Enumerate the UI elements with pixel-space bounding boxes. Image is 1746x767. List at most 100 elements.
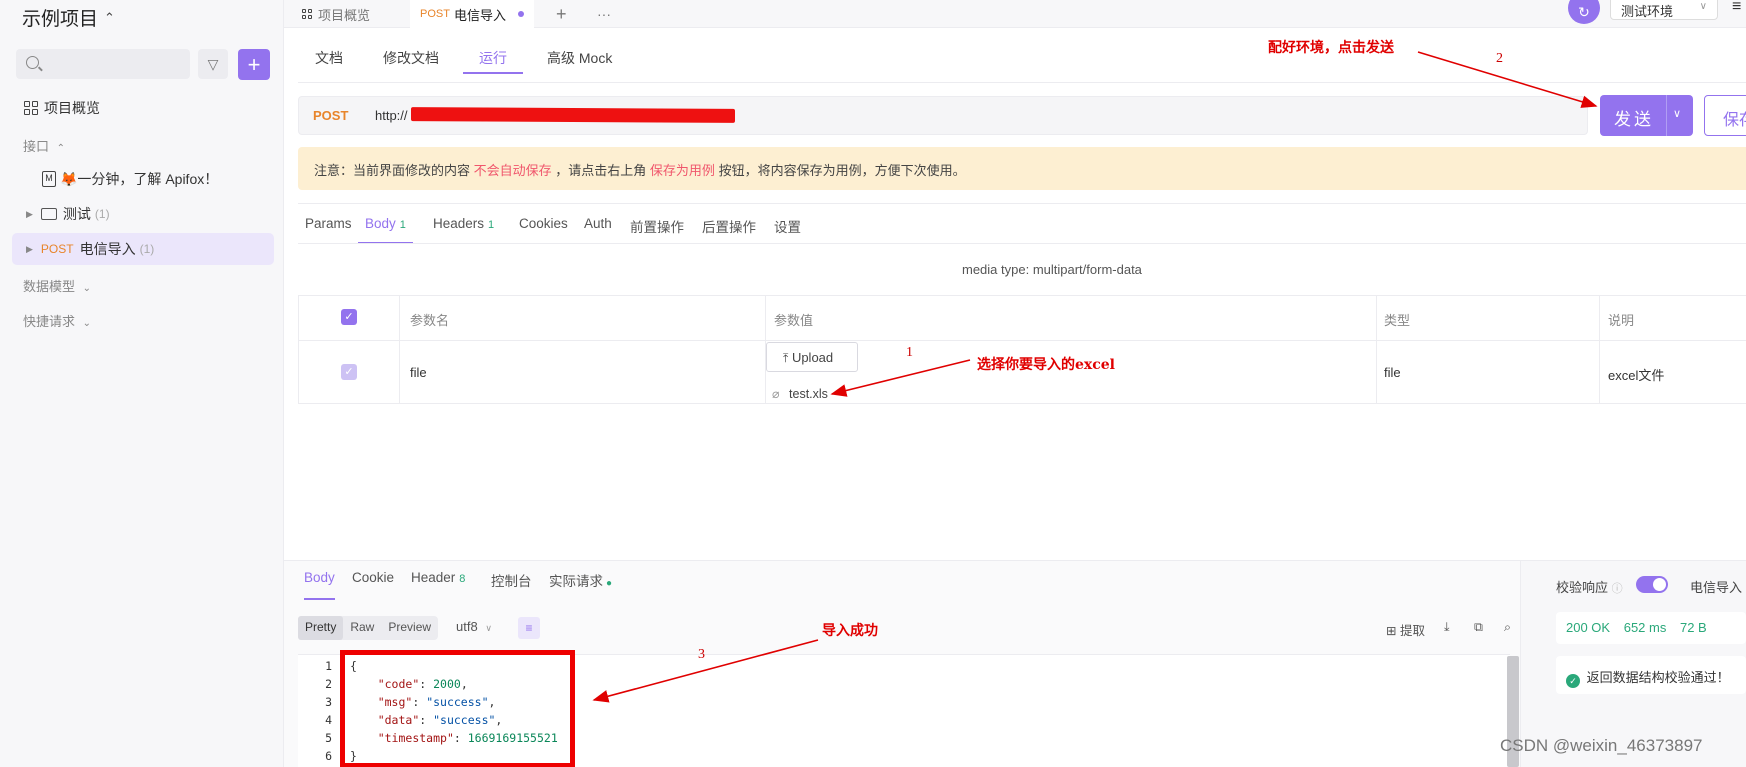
- resp-tab-console[interactable]: 控制台: [491, 570, 532, 600]
- chevron-down-icon[interactable]: ∨: [1673, 107, 1681, 120]
- upload-button[interactable]: ⤒ Upload: [766, 342, 858, 372]
- sidebar-section-label: 接口: [23, 139, 50, 154]
- project-title[interactable]: 示例项目 ⌃: [22, 4, 115, 31]
- grid-icon: [302, 9, 312, 19]
- check-circle-icon: ✓: [1566, 674, 1580, 688]
- line-number: 2: [325, 677, 332, 691]
- validate-response-label: 校验响应 ⓘ: [1556, 577, 1623, 596]
- url-input[interactable]: http://: [375, 108, 408, 123]
- tab-auth[interactable]: Auth: [584, 212, 612, 244]
- annotation-excel-note: 选择你要导入的excel: [977, 357, 1116, 373]
- sidebar-item-test-folder[interactable]: ▶ 测试 (1): [12, 198, 274, 230]
- more-tabs-button[interactable]: ···: [597, 0, 611, 28]
- save-button[interactable]: 保存: [1704, 95, 1746, 136]
- line-number: 5: [325, 731, 332, 745]
- folder-icon: [40, 208, 57, 220]
- tab-advanced-mock[interactable]: 高级 Mock: [547, 38, 612, 74]
- annotation-success-note: 导入成功: [822, 623, 878, 639]
- request-method[interactable]: POST: [313, 108, 348, 123]
- search-input[interactable]: [46, 49, 186, 79]
- project-title-text: 示例项目: [22, 9, 99, 30]
- tab-label: 文档: [315, 50, 343, 66]
- help-icon: ⓘ: [1611, 583, 1623, 595]
- encoding-label: utf8: [456, 619, 478, 634]
- add-button[interactable]: +: [238, 49, 270, 80]
- tab-settings[interactable]: 设置: [774, 212, 801, 244]
- validation-result: ✓ 返回数据结构校验通过！: [1556, 656, 1746, 694]
- sidebar-item-label: 项目概览: [44, 100, 100, 116]
- sidebar-item-label: 测试: [62, 206, 91, 222]
- send-label: 发送: [1614, 110, 1654, 129]
- tab-params[interactable]: Params: [305, 212, 352, 244]
- caret-right-icon: ▶: [26, 243, 33, 254]
- status-code: 200 OK: [1566, 620, 1611, 635]
- sidebar-item-label: 🦊一分钟，了解 Apifox！: [60, 171, 219, 187]
- resp-tab-header[interactable]: Header 8: [411, 570, 465, 600]
- add-tab-button[interactable]: +: [556, 0, 567, 28]
- tab-post-ops[interactable]: 后置操作: [702, 212, 756, 244]
- notice-highlight: 保存为用例: [649, 163, 715, 178]
- tab-body[interactable]: Body 1: [358, 212, 413, 244]
- chevron-down-icon: ⌄: [82, 283, 92, 294]
- format-pretty[interactable]: Pretty: [298, 616, 344, 640]
- param-name[interactable]: file: [410, 365, 427, 380]
- notice-highlight: 不会自动保存: [473, 163, 552, 178]
- format-raw[interactable]: Raw: [343, 616, 381, 640]
- sidebar-item-telecom-import[interactable]: ▶ POST 电信导入 (1): [12, 233, 274, 265]
- sidebar-item-overview[interactable]: 项目概览: [12, 92, 274, 124]
- format-preview[interactable]: Preview: [381, 616, 438, 640]
- encoding-select[interactable]: utf8 ∨: [456, 619, 492, 634]
- tab-pre-ops[interactable]: 前置操作: [630, 212, 684, 244]
- tab-doc[interactable]: 文档: [315, 38, 343, 74]
- tab-run[interactable]: 运行: [463, 38, 523, 74]
- tab-label: 设置: [774, 220, 801, 235]
- extract-button[interactable]: ⊞ 提取: [1386, 620, 1425, 639]
- row-checkbox[interactable]: ✓: [341, 364, 357, 380]
- param-type[interactable]: file: [1384, 365, 1401, 380]
- chevron-down-icon: ∨: [485, 623, 492, 633]
- tab-cookies[interactable]: Cookies: [519, 212, 568, 244]
- search-icon[interactable]: ⌕: [1504, 620, 1511, 635]
- column-header-desc: 说明: [1608, 313, 1635, 328]
- environment-select[interactable]: 测试环境 ∨: [1610, 0, 1718, 20]
- param-description[interactable]: excel文件: [1608, 365, 1664, 384]
- format-switch: Pretty Raw Preview: [298, 616, 439, 640]
- sidebar-section-api[interactable]: 接口 ⌃: [23, 136, 65, 155]
- tab-telecom-import[interactable]: POST 电信导入: [410, 0, 534, 28]
- sidebar-section-label: 数据模型: [23, 279, 76, 294]
- tab-edit-doc[interactable]: 修改文档: [383, 38, 439, 74]
- sidebar-section-data-model[interactable]: 数据模型 ⌄: [23, 276, 91, 295]
- resp-tab-body[interactable]: Body: [304, 570, 335, 600]
- caret-right-icon: ▶: [26, 208, 33, 219]
- send-button[interactable]: 发送 ∨: [1600, 95, 1693, 136]
- validate-toggle[interactable]: [1636, 576, 1668, 593]
- grid-icon: [24, 101, 38, 115]
- download-icon[interactable]: ⤓: [1444, 620, 1450, 635]
- media-type-label: media type: multipart/form-data: [962, 262, 1142, 277]
- column-header-name: 参数名: [410, 313, 450, 328]
- tab-headers[interactable]: Headers 1: [433, 212, 494, 244]
- resp-tab-actual-request[interactable]: 实际请求 ●: [549, 570, 612, 600]
- sidebar-section-quick-request[interactable]: 快捷请求 ⌄: [23, 311, 91, 330]
- endpoint-label[interactable]: 电信导入: [1690, 577, 1742, 596]
- tool-label: 提取: [1399, 624, 1425, 638]
- sidebar-item-doc[interactable]: M 🦊一分钟，了解 Apifox！: [12, 163, 274, 195]
- wrap-lines-icon[interactable]: ≡: [518, 617, 540, 639]
- menu-icon[interactable]: ≡: [1732, 0, 1741, 16]
- response-status: 200 OK 652 ms 72 B: [1556, 612, 1746, 644]
- tab-label: 运行: [479, 50, 507, 66]
- file-attachment[interactable]: ⌀ test.xls: [772, 386, 828, 401]
- chevron-up-icon: ⌃: [56, 143, 66, 154]
- response-size: 72 B: [1679, 620, 1707, 635]
- tab-overview[interactable]: 项目概览: [302, 0, 370, 28]
- method-badge: POST: [40, 242, 74, 256]
- filter-button[interactable]: ▽: [198, 49, 228, 79]
- select-all-checkbox[interactable]: ✓: [341, 309, 357, 325]
- search-box[interactable]: [16, 49, 190, 79]
- save-label: 保存: [1723, 112, 1746, 129]
- resp-tab-cookie[interactable]: Cookie: [352, 570, 394, 600]
- copy-icon[interactable]: ⧉: [1474, 620, 1483, 635]
- col-divider: [399, 295, 400, 404]
- tab-label: Cookie: [352, 570, 395, 585]
- notice-banner: 注意：当前界面修改的内容 不会自动保存 ，请点击右上角 保存为用例 按钮，将内容…: [298, 147, 1746, 190]
